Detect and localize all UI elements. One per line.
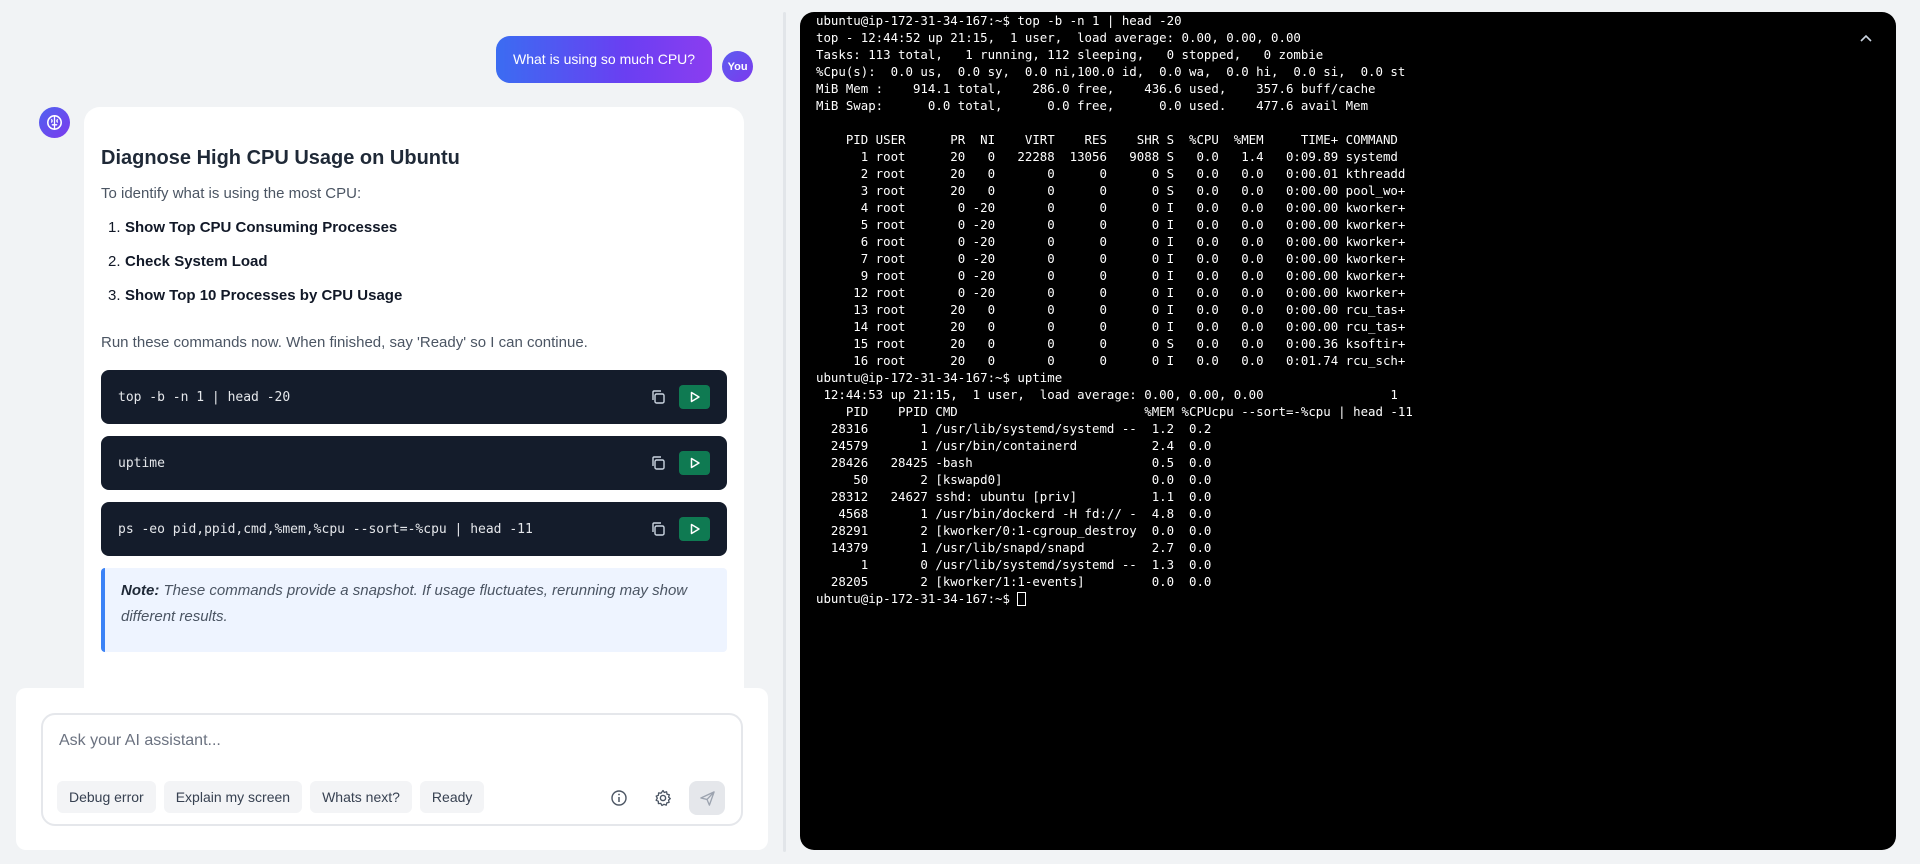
composer: Debug error Explain my screen Whats next… (16, 688, 768, 850)
brain-icon (39, 107, 70, 138)
terminal-line: 3 root 20 0 0 0 0 S 0.0 0.0 0:00.00 pool… (816, 183, 1406, 198)
terminal-line: 28205 2 [kworker/1:1-events] 0.0 0.0 (816, 574, 1212, 589)
terminal-line: 1 root 20 0 22288 13056 9088 S 0.0 1.4 0… (816, 149, 1398, 164)
command-text[interactable]: ps -eo pid,ppid,cmd,%mem,%cpu --sort=-%c… (118, 522, 646, 537)
info-icon[interactable] (603, 782, 635, 814)
chip-debug-error[interactable]: Debug error (57, 781, 156, 813)
terminal-line: 28291 2 [kworker/0:1-cgroup_destroy 0.0 … (816, 523, 1212, 538)
user-message-row: What is using so much CPU? You (496, 36, 754, 83)
note-callout: Note: These commands provide a snapshot.… (101, 568, 727, 652)
terminal-line: 4568 1 /usr/bin/dockerd -H fd:// - 4.8 0… (816, 506, 1212, 521)
command-block: top -b -n 1 | head -20 (101, 370, 727, 424)
copy-icon[interactable] (646, 451, 670, 475)
play-icon (690, 523, 700, 535)
terminal-line: ubuntu@ip-172-31-34-167:~$ top -b -n 1 |… (816, 13, 1182, 28)
chip-whats-next[interactable]: Whats next? (310, 781, 412, 813)
chevron-up-icon[interactable] (1856, 28, 1876, 48)
run-command-button[interactable] (679, 385, 710, 409)
send-icon (699, 790, 715, 806)
gear-icon[interactable] (647, 782, 679, 814)
command-text[interactable]: top -b -n 1 | head -20 (118, 390, 646, 405)
run-command-button[interactable] (679, 451, 710, 475)
terminal-cursor (1017, 592, 1027, 606)
terminal-line: ubuntu@ip-172-31-34-167:~$ uptime (816, 370, 1063, 385)
terminal-line: Tasks: 113 total, 1 running, 112 sleepin… (816, 47, 1324, 62)
assistant-intro: To identify what is using the most CPU: (101, 185, 362, 202)
terminal-line: MiB Swap: 0.0 total, 0.0 free, 0.0 used.… (816, 98, 1369, 113)
terminal-prompt-line: ubuntu@ip-172-31-34-167:~$ (816, 590, 1413, 607)
terminal-line: 12:44:53 up 21:15, 1 user, load average:… (816, 387, 1398, 402)
terminal-line: 16 root 20 0 0 0 0 I 0.0 0.0 0:01.74 rcu… (816, 353, 1406, 368)
terminal-line: 2 root 20 0 0 0 0 S 0.0 0.0 0:00.01 kthr… (816, 166, 1406, 181)
command-block: ps -eo pid,ppid,cmd,%mem,%cpu --sort=-%c… (101, 502, 727, 556)
terminal-line: 15 root 20 0 0 0 0 S 0.0 0.0 0:00.36 kso… (816, 336, 1406, 351)
chip-explain-screen[interactable]: Explain my screen (163, 781, 303, 813)
play-icon (690, 391, 700, 403)
pane-divider[interactable] (783, 12, 786, 852)
run-instructions: Run these commands now. When finished, s… (101, 334, 588, 351)
copy-icon[interactable] (646, 517, 670, 541)
terminal-line: 50 2 [kswapd0] 0.0 0.0 (816, 472, 1212, 487)
composer-box: Debug error Explain my screen Whats next… (41, 713, 743, 826)
chat-input[interactable] (59, 729, 719, 753)
run-command-button[interactable] (679, 517, 710, 541)
chat-history[interactable]: What is using so much CPU? You Diagnose … (0, 0, 786, 688)
note-text: These commands provide a snapshot. If us… (121, 582, 688, 625)
assistant-title: Diagnose High CPU Usage on Ubuntu (101, 147, 460, 169)
play-icon (690, 457, 700, 469)
command-text[interactable]: uptime (118, 456, 646, 471)
terminal-line: 4 root 0 -20 0 0 0 I 0.0 0.0 0:00.00 kwo… (816, 200, 1406, 215)
steps-list: 1. Show Top CPU Consuming Processes 2. Che… (101, 218, 727, 320)
terminal-line: %Cpu(s): 0.0 us, 0.0 sy, 0.0 ni,100.0 id… (816, 64, 1406, 79)
note-label: Note: (121, 582, 160, 599)
terminal-line: 1 0 /usr/lib/systemd/systemd -- 1.3 0.0 (816, 557, 1212, 572)
terminal-output[interactable]: ubuntu@ip-172-31-34-167:~$ top -b -n 1 |… (816, 12, 1413, 607)
terminal-prompt: ubuntu@ip-172-31-34-167:~$ (816, 591, 1018, 606)
terminal-line: PID PPID CMD %MEM %CPUcpu --sort=-%cpu |… (816, 404, 1413, 419)
terminal-line: 13 root 20 0 0 0 0 I 0.0 0.0 0:00.00 rcu… (816, 302, 1406, 317)
terminal-line: PID USER PR NI VIRT RES SHR S %CPU %MEM … (816, 132, 1398, 147)
command-block: uptime (101, 436, 727, 490)
chip-ready[interactable]: Ready (419, 781, 485, 813)
terminal-line: 28312 24627 sshd: ubuntu [priv] 1.1 0.0 (816, 489, 1212, 504)
composer-actions (591, 781, 725, 815)
user-avatar: You (722, 51, 754, 82)
terminal-line: 14379 1 /usr/lib/snapd/snapd 2.7 0.0 (816, 540, 1212, 555)
terminal-line: 7 root 0 -20 0 0 0 I 0.0 0.0 0:00.00 kwo… (816, 251, 1406, 266)
terminal-line: 28316 1 /usr/lib/systemd/systemd -- 1.2 … (816, 421, 1212, 436)
user-message-bubble: What is using so much CPU? (496, 36, 713, 83)
terminal-line: 5 root 0 -20 0 0 0 I 0.0 0.0 0:00.00 kwo… (816, 217, 1406, 232)
terminal-line: MiB Mem : 914.1 total, 286.0 free, 436.6… (816, 81, 1376, 96)
terminal-line: 6 root 0 -20 0 0 0 I 0.0 0.0 0:00.00 kwo… (816, 234, 1406, 249)
step-item: 2. Check System Load (108, 253, 268, 270)
terminal-line: top - 12:44:52 up 21:15, 1 user, load av… (816, 30, 1301, 45)
quick-actions: Debug error Explain my screen Whats next… (57, 781, 492, 813)
terminal-line: 28426 28425 -bash 0.5 0.0 (816, 455, 1212, 470)
step-item: 3. Show Top 10 Processes by CPU Usage (108, 287, 403, 304)
terminal-line: 12 root 0 -20 0 0 0 I 0.0 0.0 0:00.00 kw… (816, 285, 1406, 300)
terminal-line: 24579 1 /usr/bin/containerd 2.4 0.0 (816, 438, 1212, 453)
send-button[interactable] (689, 781, 725, 815)
chat-pane: What is using so much CPU? You Diagnose … (0, 0, 786, 864)
terminal-line: 9 root 0 -20 0 0 0 I 0.0 0.0 0:00.00 kwo… (816, 268, 1406, 283)
copy-icon[interactable] (646, 385, 670, 409)
terminal-panel[interactable]: ubuntu@ip-172-31-34-167:~$ top -b -n 1 |… (800, 12, 1896, 850)
assistant-message-card: Diagnose High CPU Usage on Ubuntu To ide… (84, 107, 744, 688)
step-item: 1. Show Top CPU Consuming Processes (108, 219, 398, 236)
terminal-line: 14 root 20 0 0 0 0 I 0.0 0.0 0:00.00 rcu… (816, 319, 1406, 334)
